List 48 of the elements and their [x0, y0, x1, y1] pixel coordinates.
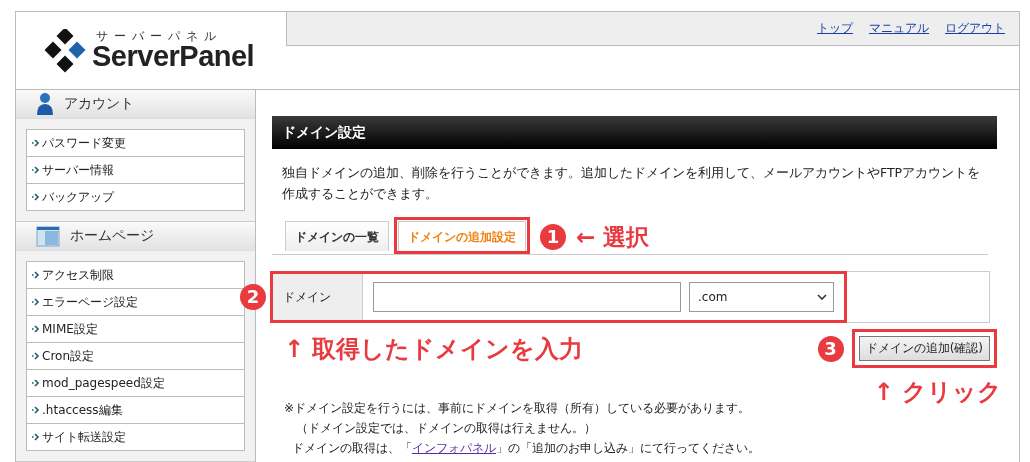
logo-icon [44, 28, 88, 73]
logo-kana: サーバーパネル [96, 30, 223, 42]
chevron-icon [32, 139, 40, 147]
menu-item[interactable]: サイト転送設定 [27, 424, 244, 450]
chevron-icon [32, 352, 40, 360]
domain-input[interactable] [373, 282, 681, 312]
note-text: （ドメイン設定では、ドメインの取得は行えません。） [295, 420, 597, 437]
step-number: 3 [817, 335, 844, 362]
menu-item[interactable]: パスワード変更 [27, 130, 244, 157]
tld-select[interactable]: .com [689, 282, 834, 312]
header-link[interactable]: マニュアル [869, 20, 929, 37]
chevron-icon [32, 325, 40, 333]
section-title: ホームページ [70, 227, 154, 245]
person-icon [36, 92, 54, 116]
header-link[interactable]: トップ [817, 20, 853, 37]
panel-title: ドメイン設定 [272, 116, 997, 149]
menu-item[interactable]: バックアップ [27, 184, 244, 210]
tab[interactable]: ドメインの一覧 [285, 221, 389, 251]
callout-text: ← 選択 [576, 222, 650, 252]
chevron-icon [32, 166, 40, 174]
note-text: ドメインの取得は、「 [292, 441, 412, 455]
logo-text: ServerPanel [92, 42, 255, 71]
chevron-icon [32, 379, 40, 387]
menu-item[interactable]: mod_pagespeed設定 [27, 370, 244, 397]
chevron-icon [32, 298, 40, 306]
menu-item[interactable]: .htaccess編集 [27, 397, 244, 424]
menu-item[interactable]: サーバー情報 [27, 157, 244, 184]
note-text: ※ドメイン設定を行うには、事前にドメインを取得（所有）している必要があります。 [284, 400, 752, 417]
step-number: 2 [240, 284, 266, 310]
menu-item[interactable]: アクセス制限 [27, 262, 244, 289]
step-number: 1 [540, 224, 566, 250]
chevron-icon [32, 406, 40, 414]
info-panel-link[interactable]: インフォパネル [412, 441, 496, 455]
add-domain-button[interactable]: ドメインの追加(確認) [858, 336, 990, 361]
field-label: ドメイン [273, 274, 363, 320]
window-icon [36, 225, 60, 247]
dropdown-icon [817, 294, 827, 300]
menu-item[interactable]: MIME設定 [27, 316, 244, 343]
section-title: アカウント [64, 95, 134, 113]
chevron-icon [32, 193, 40, 201]
header-link[interactable]: ログアウト [945, 20, 1005, 37]
description: 独自ドメインの追加、削除を行うことができます。追加したドメインを利用して、メールアカウントやFTPアカウントを作成することができます。 [282, 164, 982, 203]
callout-text: ↑ クリック [873, 377, 1002, 408]
menu-item[interactable]: Cron設定 [27, 343, 244, 370]
callout-text: ↑ 取得したドメインを入力 [284, 333, 584, 365]
chevron-icon [32, 271, 40, 279]
chevron-icon [32, 433, 40, 441]
note-text: 」の「追加のお申し込み」にて行ってください。 [496, 441, 760, 455]
